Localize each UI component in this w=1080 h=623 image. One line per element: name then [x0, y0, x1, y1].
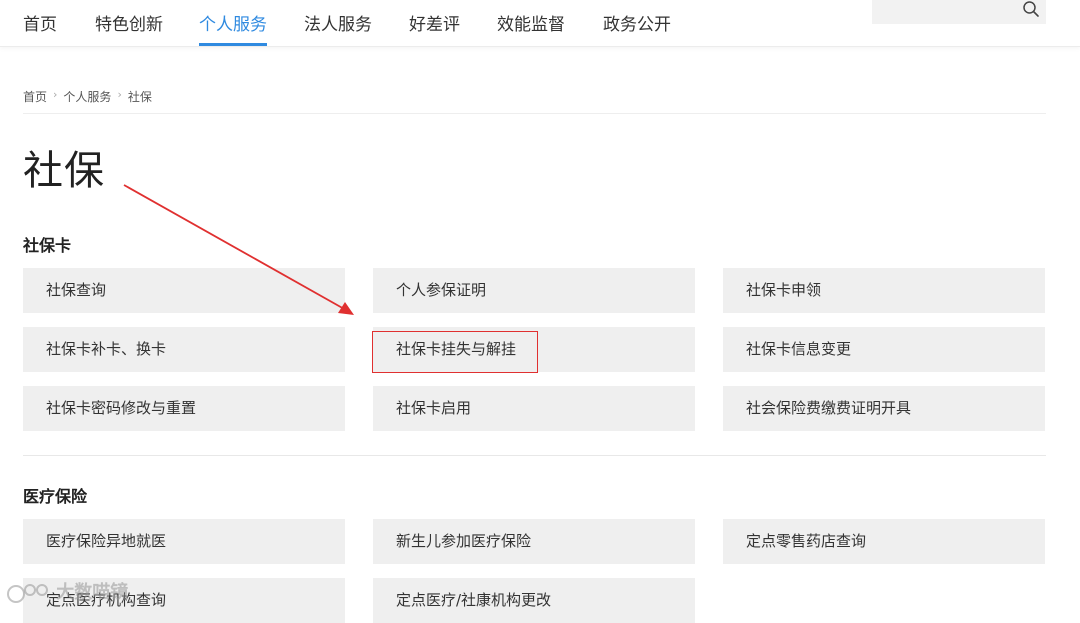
service-tile[interactable]: 定点零售药店查询 [723, 519, 1045, 564]
breadcrumb-home[interactable]: 首页 [23, 88, 47, 105]
nav-item-personal-services[interactable]: 个人服务 [199, 10, 267, 46]
search-input[interactable] [872, 0, 1046, 24]
service-tile[interactable]: 个人参保证明 [373, 268, 695, 313]
service-tile[interactable]: 新生儿参加医疗保险 [373, 519, 695, 564]
service-tile[interactable]: 社保查询 [23, 268, 345, 313]
service-tile[interactable]: 社保卡启用 [373, 386, 695, 431]
page-title: 社保 [23, 148, 105, 194]
nav-item-efficiency-supervision[interactable]: 效能监督 [497, 10, 565, 46]
section-divider [23, 455, 1046, 456]
top-nav: 首页 特色创新 个人服务 法人服务 好差评 效能监督 政务公开 [0, 0, 1080, 47]
breadcrumb: 首页 › 个人服务 › 社保 [23, 88, 1046, 114]
nav-item-government-affairs[interactable]: 政务公开 [603, 10, 671, 46]
nav-item-home[interactable]: 首页 [23, 10, 57, 46]
logo-icon [7, 584, 48, 603]
nav-item-ratings[interactable]: 好差评 [409, 10, 460, 46]
service-tile[interactable]: 社保卡补卡、换卡 [23, 327, 345, 372]
section-title-social-security-card: 社保卡 [23, 236, 72, 255]
breadcrumb-current: 社保 [127, 90, 152, 104]
nav-item-corporate-services[interactable]: 法人服务 [304, 10, 372, 46]
service-tile[interactable]: 定点医疗/社康机构更改 [373, 578, 695, 623]
service-tile[interactable]: 社保卡申领 [723, 268, 1045, 313]
service-tile[interactable]: 社保卡信息变更 [723, 327, 1045, 372]
watermark: 大数喵镜 [6, 578, 128, 606]
chevron-right-icon: › [53, 88, 58, 101]
search-icon[interactable] [1022, 0, 1040, 18]
service-tile[interactable]: 医疗保险异地就医 [23, 519, 345, 564]
nav-item-featured-innovation[interactable]: 特色创新 [95, 10, 163, 46]
service-tile[interactable]: 社保卡密码修改与重置 [23, 386, 345, 431]
breadcrumb-personal-services[interactable]: 个人服务 [63, 88, 111, 105]
section-title-medical-insurance: 医疗保险 [23, 487, 88, 506]
watermark-text: 大数喵镜 [56, 582, 129, 603]
service-tile[interactable]: 社会保险费缴费证明开具 [723, 386, 1045, 431]
chevron-right-icon: › [117, 88, 122, 101]
annotation-highlight-box [372, 331, 538, 373]
